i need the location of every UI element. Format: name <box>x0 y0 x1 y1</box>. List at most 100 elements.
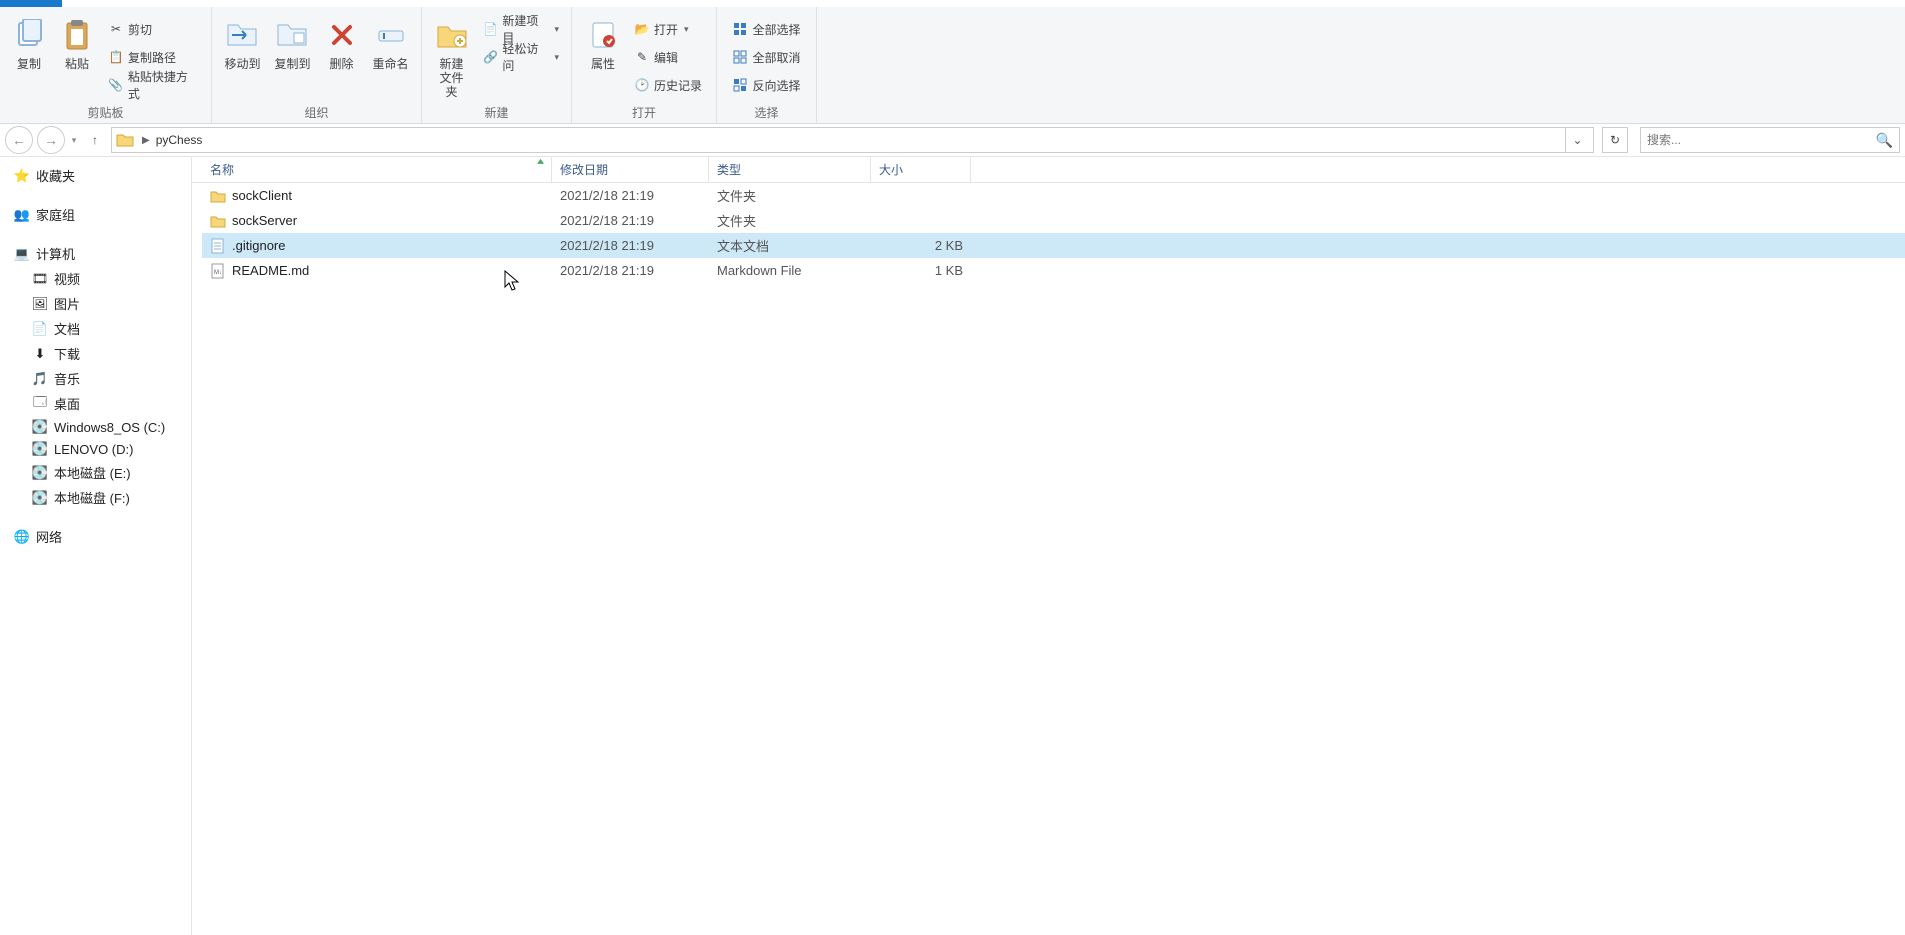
back-button[interactable]: ← <box>5 126 33 154</box>
sidebar-drive-f[interactable]: 💽本地磁盘 (F:) <box>0 485 191 510</box>
delete-label: 删除 <box>329 57 353 71</box>
computer-icon: 💻 <box>14 246 30 262</box>
easy-access-icon: 🔗 <box>483 49 498 65</box>
select-none-icon <box>732 49 748 65</box>
pictures-icon: 🖼 <box>32 296 48 312</box>
md-icon: M↓ <box>210 263 226 279</box>
cell-type: 文件夹 <box>709 208 871 233</box>
ribbon: 复制 粘贴 ✂剪切 📋复制路径 📎粘贴快捷方式 剪贴板 移动到 复制到 <box>0 7 1905 124</box>
search-box[interactable]: 🔍 <box>1640 127 1900 153</box>
main: ⭐收藏夹 👥家庭组 💻 计算机 🎞视频 🖼图片 📄文档 ⬇下载 🎵音乐 🗔桌面 💽… <box>0 157 1905 935</box>
sidebar-drive-d[interactable]: 💽LENOVO (D:) <box>0 438 191 460</box>
forward-button[interactable]: → <box>37 126 65 154</box>
cell-size <box>871 183 971 208</box>
column-type[interactable]: 类型 <box>709 157 871 182</box>
copy-path-button[interactable]: 📋复制路径 <box>102 45 205 69</box>
up-button[interactable]: ↑ <box>83 128 107 152</box>
sidebar-drive-f-label: 本地磁盘 (F:) <box>54 488 130 507</box>
cell-date: 2021/2/18 21:19 <box>552 258 709 283</box>
cell-type: 文件夹 <box>709 183 871 208</box>
new-folder-button[interactable]: 新建 文件夹 <box>428 11 475 99</box>
copy-to-button[interactable]: 复制到 <box>268 11 316 99</box>
group-label-clipboard: 剪贴板 <box>0 104 211 121</box>
sidebar-drive-c[interactable]: 💽Windows8_OS (C:) <box>0 416 191 438</box>
column-date[interactable]: 修改日期 <box>552 157 709 182</box>
new-folder-icon <box>436 19 468 51</box>
drive-icon: 💽 <box>32 441 48 457</box>
sidebar-favorites-label: 收藏夹 <box>36 166 75 185</box>
sidebar-desktop[interactable]: 🗔桌面 <box>0 391 191 416</box>
column-name[interactable]: 名称 <box>202 157 552 182</box>
text-icon <box>210 238 226 254</box>
select-none-button[interactable]: 全部取消 <box>726 45 806 69</box>
rename-button[interactable]: 重命名 <box>367 11 415 99</box>
copy-path-icon: 📋 <box>108 49 124 65</box>
select-all-button[interactable]: 全部选择 <box>726 17 806 41</box>
column-size-label: 大小 <box>879 161 903 178</box>
copy-to-label: 复制到 <box>274 57 310 71</box>
new-folder-label-2: 文件夹 <box>434 71 469 99</box>
delete-button[interactable]: 删除 <box>319 11 365 99</box>
music-icon: 🎵 <box>32 371 48 387</box>
sidebar-drive-e[interactable]: 💽本地磁盘 (E:) <box>0 460 191 485</box>
select-all-icon <box>732 21 748 37</box>
drive-icon: 💽 <box>32 465 48 481</box>
column-size[interactable]: 大小 <box>871 157 971 182</box>
file-row[interactable]: .gitignore2021/2/18 21:19文本文档2 KB <box>202 233 1905 258</box>
sidebar-drive-c-label: Windows8_OS (C:) <box>54 420 165 435</box>
sidebar-downloads-label: 下载 <box>54 344 80 363</box>
cell-name: M↓README.md <box>202 258 552 283</box>
sidebar-favorites[interactable]: ⭐收藏夹 <box>0 163 191 188</box>
paste-shortcut-icon: 📎 <box>108 77 124 93</box>
address-bar[interactable]: ▶ pyChess ⌄ <box>111 127 1594 153</box>
paste-shortcut-button[interactable]: 📎粘贴快捷方式 <box>102 73 205 97</box>
sidebar-computer[interactable]: 💻 计算机 <box>0 241 191 266</box>
recent-locations-button[interactable]: ▾ <box>69 135 79 146</box>
sidebar-downloads[interactable]: ⬇下载 <box>0 341 191 366</box>
copy-label: 复制 <box>17 57 41 71</box>
move-to-label: 移动到 <box>224 57 260 71</box>
sidebar-pictures[interactable]: 🖼图片 <box>0 291 191 316</box>
ribbon-group-open: 属性 📂打开 ✎编辑 🕑历史记录 打开 <box>572 7 717 123</box>
arrow-left-icon: ← <box>12 132 26 148</box>
copy-button[interactable]: 复制 <box>6 11 52 99</box>
breadcrumb[interactable]: pyChess <box>152 133 207 147</box>
paste-button[interactable]: 粘贴 <box>54 11 100 99</box>
invert-selection-button[interactable]: 反向选择 <box>726 73 806 97</box>
sidebar-computer-label: 计算机 <box>36 244 75 263</box>
refresh-button[interactable]: ↻ <box>1602 127 1628 153</box>
properties-label: 属性 <box>591 57 615 71</box>
address-dropdown-button[interactable]: ⌄ <box>1565 128 1589 152</box>
videos-icon: 🎞 <box>32 271 48 287</box>
sidebar-documents[interactable]: 📄文档 <box>0 316 191 341</box>
file-row[interactable]: sockServer2021/2/18 21:19文件夹 <box>202 208 1905 233</box>
edit-button[interactable]: ✎编辑 <box>628 45 708 69</box>
file-row[interactable]: sockClient2021/2/18 21:19文件夹 <box>202 183 1905 208</box>
cut-button[interactable]: ✂剪切 <box>102 17 205 41</box>
move-to-icon <box>226 19 258 51</box>
move-to-button[interactable]: 移动到 <box>218 11 266 99</box>
open-label: 打开 <box>654 21 678 38</box>
easy-access-button[interactable]: 🔗轻松访问 <box>477 45 565 69</box>
titlebar-accent <box>0 0 62 7</box>
search-input[interactable] <box>1647 133 1876 147</box>
folder-icon <box>116 131 134 149</box>
ribbon-group-organize: 移动到 复制到 删除 重命名 组织 <box>212 7 422 123</box>
network-icon: 🌐 <box>14 529 30 545</box>
sidebar-network[interactable]: 🌐 网络 <box>0 524 191 549</box>
sidebar-music[interactable]: 🎵音乐 <box>0 366 191 391</box>
sidebar-videos[interactable]: 🎞视频 <box>0 266 191 291</box>
open-button[interactable]: 📂打开 <box>628 17 708 41</box>
sidebar-network-label: 网络 <box>36 527 62 546</box>
file-list: sockClient2021/2/18 21:19文件夹sockServer20… <box>192 183 1905 935</box>
cut-label: 剪切 <box>128 21 152 38</box>
new-item-icon: 📄 <box>483 21 498 37</box>
properties-button[interactable]: 属性 <box>580 11 626 99</box>
file-row[interactable]: M↓README.md2021/2/18 21:19Markdown File1… <box>202 258 1905 283</box>
new-item-button[interactable]: 📄新建项目 <box>477 17 565 41</box>
sidebar-desktop-label: 桌面 <box>54 394 80 413</box>
chevron-down-icon: ⌄ <box>1572 133 1582 147</box>
column-type-label: 类型 <box>717 161 741 178</box>
history-button[interactable]: 🕑历史记录 <box>628 73 708 97</box>
sidebar-homegroup[interactable]: 👥家庭组 <box>0 202 191 227</box>
